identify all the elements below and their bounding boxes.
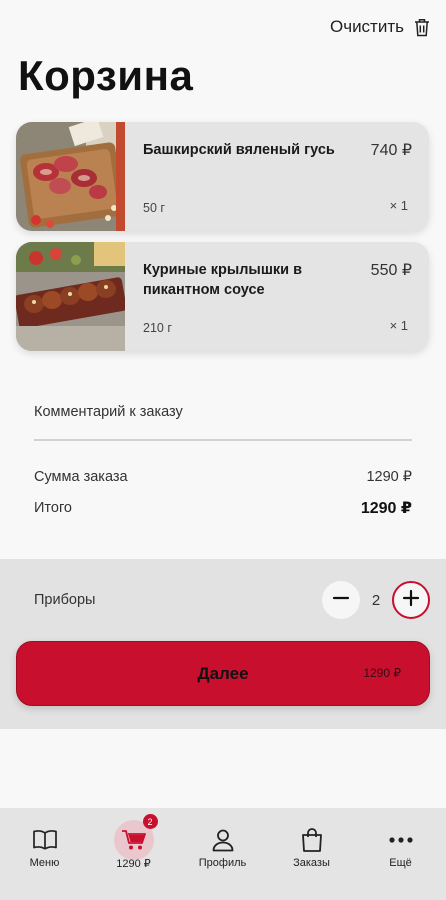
clear-cart-button[interactable]: Очистить [330, 14, 430, 40]
bottom-tab-bar: Меню 2 1290 ₽ Профиль Заказы Ещё [0, 808, 446, 900]
profile-icon [203, 820, 243, 860]
next-button[interactable]: Далее 1290 ₽ [16, 641, 430, 706]
minus-icon [332, 589, 350, 612]
tab-cart-label: 1290 ₽ [116, 858, 151, 870]
item-quantity: × 1 [389, 318, 408, 333]
tab-orders-label: Заказы [293, 857, 330, 869]
plus-icon [402, 589, 420, 612]
checkout-panel: Приборы 2 Далее 1290 ₽ [0, 559, 446, 729]
order-comment-field[interactable]: Комментарий к заказу [34, 404, 183, 420]
item-quantity: × 1 [389, 198, 408, 213]
bag-icon [292, 820, 332, 860]
subtotal-value: 1290 ₽ [366, 469, 412, 485]
cutlery-stepper: 2 [322, 581, 430, 619]
tab-menu-label: Меню [29, 857, 60, 869]
total-value: 1290 ₽ [360, 500, 412, 517]
increase-button[interactable] [392, 581, 430, 619]
cart-item[interactable]: Куриные крылышки в пикантном соусе 550 ₽… [16, 242, 429, 351]
item-weight: 210 г [143, 321, 172, 335]
tab-profile[interactable]: Профиль [178, 808, 267, 900]
chicken-wings-photo [16, 242, 125, 351]
trash-icon [414, 18, 430, 37]
cart-icon: 2 [113, 814, 158, 860]
cart-badge: 2 [142, 814, 158, 829]
cutlery-label: Приборы [34, 592, 96, 608]
next-button-amount: 1290 ₽ [363, 666, 401, 680]
item-price: 550 ₽ [370, 262, 412, 279]
item-weight: 50 г [143, 201, 165, 215]
cart-item[interactable]: Башкирский вяленый гусь 740 ₽ 50 г × 1 [16, 122, 429, 231]
tab-orders[interactable]: Заказы [267, 808, 356, 900]
dried-goose-photo [16, 122, 125, 231]
more-icon [381, 820, 421, 860]
book-icon [25, 820, 65, 860]
subtotal-label: Сумма заказа [34, 469, 128, 485]
cutlery-count: 2 [371, 591, 381, 609]
item-price: 740 ₽ [370, 142, 412, 159]
tab-more-label: Ещё [389, 857, 412, 869]
item-name: Башкирский вяленый гусь [143, 142, 335, 158]
tab-profile-label: Профиль [198, 857, 247, 869]
tab-menu[interactable]: Меню [0, 808, 89, 900]
total-row: Итого 1290 ₽ [34, 498, 412, 518]
subtotal-row: Сумма заказа 1290 ₽ [34, 469, 412, 485]
item-name: Куриные крылышки в пикантном соусе [143, 262, 303, 298]
clear-cart-label: Очистить [329, 17, 404, 36]
comment-underline [34, 439, 412, 441]
tab-more[interactable]: Ещё [356, 808, 445, 900]
page-title: Корзина [18, 52, 194, 99]
tab-cart[interactable]: 2 1290 ₽ [89, 808, 178, 900]
decrease-button[interactable] [322, 581, 360, 619]
total-label: Итого [34, 500, 72, 516]
